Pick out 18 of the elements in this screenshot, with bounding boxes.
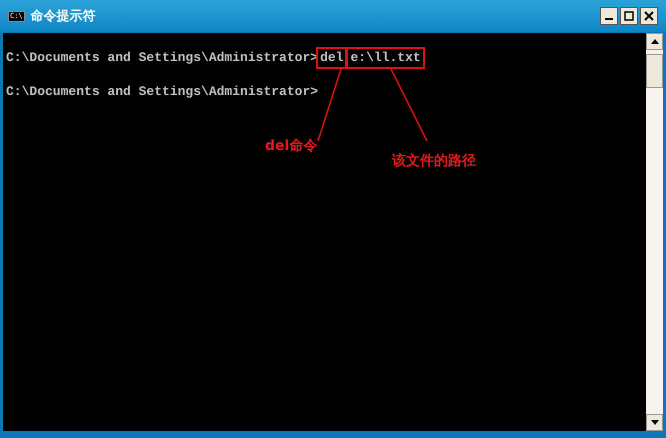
up-arrow-icon [650,39,658,44]
maximize-icon [624,11,634,21]
scroll-thumb[interactable] [646,54,663,88]
close-icon [644,11,654,21]
minimize-button[interactable] [600,7,618,25]
down-arrow-icon [650,420,658,425]
scroll-down-button[interactable] [646,414,663,431]
maximize-button[interactable] [620,7,638,25]
annotation-label: del命令 [265,138,318,155]
console-argument: e:\ll.txt [348,49,423,67]
annotation-label: 该文件的路径 [391,153,477,170]
console-command: del [318,49,346,67]
close-button[interactable] [640,7,658,25]
console-prompt: C:\Documents and Settings\Administrator> [6,49,318,67]
console-prompt: C:\Documents and Settings\Administrator> [6,83,318,101]
scroll-up-button[interactable] [646,33,663,50]
minimize-icon [605,18,613,20]
window-title: 命令提示符 [30,7,96,26]
